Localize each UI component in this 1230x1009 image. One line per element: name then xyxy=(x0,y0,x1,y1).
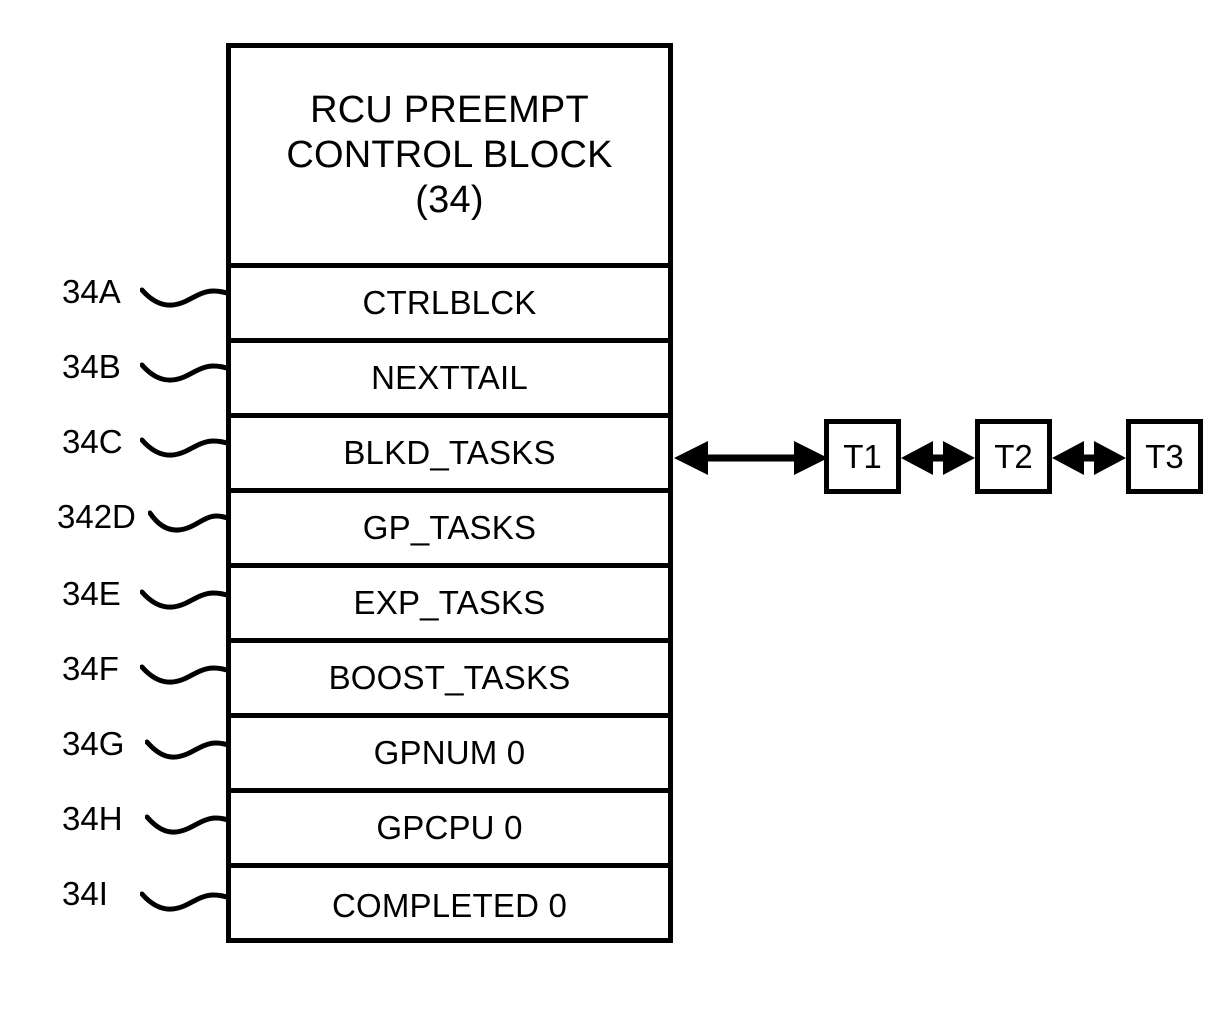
field-row-exp-tasks: EXP_TASKS xyxy=(231,568,668,643)
task-label: T2 xyxy=(994,438,1033,475)
reference-label-34B: 34B xyxy=(62,348,121,385)
reference-label-34F: 34F xyxy=(62,650,119,687)
reference-label-34I: 34I xyxy=(62,875,108,912)
leader-line-34H xyxy=(145,814,233,835)
field-row-boost-tasks: BOOST_TASKS xyxy=(231,643,668,718)
field-row-nexttail: NEXTTAIL xyxy=(231,343,668,418)
reference-label-34G: 34G xyxy=(62,725,125,762)
field-label: BLKD_TASKS xyxy=(343,434,556,471)
task-box-t1: T1 xyxy=(824,419,901,494)
field-row-blkd-tasks: BLKD_TASKS xyxy=(231,418,668,493)
connector-t1-to-t2 xyxy=(901,441,975,475)
task-label: T3 xyxy=(1145,438,1184,475)
field-label: BOOST_TASKS xyxy=(328,659,571,696)
reference-label-34H: 34H xyxy=(62,800,123,837)
leader-line-342D xyxy=(148,510,232,533)
header-line-2: CONTROL BLOCK xyxy=(286,134,613,177)
reference-label-34A: 34A xyxy=(62,273,121,310)
rcu-preempt-control-block: RCU PREEMPT CONTROL BLOCK (34) CTRLBLCK … xyxy=(226,43,673,943)
control-block-field-list: CTRLBLCK NEXTTAIL BLKD_TASKS GP_TASKS EX… xyxy=(231,268,668,943)
leader-line-34G xyxy=(145,739,233,760)
task-box-t3: T3 xyxy=(1126,419,1203,494)
field-label: GPNUM 0 xyxy=(373,734,526,771)
field-row-gpnum: GPNUM 0 xyxy=(231,718,668,793)
connector-t2-to-t3 xyxy=(1052,441,1126,475)
field-label: GP_TASKS xyxy=(362,509,537,546)
field-label: GPCPU 0 xyxy=(376,809,523,846)
reference-label-342D: 342D xyxy=(57,498,136,535)
field-label: CTRLBLCK xyxy=(362,284,537,321)
leader-line-34F xyxy=(140,664,232,685)
reference-label-34C: 34C xyxy=(62,423,123,460)
control-block-header: RCU PREEMPT CONTROL BLOCK (34) xyxy=(231,48,668,268)
field-label: EXP_TASKS xyxy=(353,584,546,621)
field-row-completed: COMPLETED 0 xyxy=(231,868,668,943)
patent-figure: 34A 34B 34C 342D 34E 34F 34G 34H 34I RCU… xyxy=(0,0,1230,1009)
leader-line-34I xyxy=(140,891,232,912)
field-label: COMPLETED 0 xyxy=(331,886,568,924)
field-row-ctrlblck: CTRLBLCK xyxy=(231,268,668,343)
field-row-gp-tasks: GP_TASKS xyxy=(231,493,668,568)
reference-label-34E: 34E xyxy=(62,575,121,612)
leader-line-34B xyxy=(140,362,232,383)
leader-line-34A xyxy=(140,287,232,308)
field-row-gpcpu: GPCPU 0 xyxy=(231,793,668,868)
task-box-t2: T2 xyxy=(975,419,1052,494)
leader-line-34C xyxy=(140,437,232,458)
task-label: T1 xyxy=(843,438,882,475)
connector-blkd-tasks-to-t1 xyxy=(674,441,828,475)
header-line-3: (34) xyxy=(415,178,484,221)
field-label: NEXTTAIL xyxy=(371,359,528,396)
leader-line-34E xyxy=(140,589,232,610)
header-line-1: RCU PREEMPT xyxy=(310,89,589,132)
